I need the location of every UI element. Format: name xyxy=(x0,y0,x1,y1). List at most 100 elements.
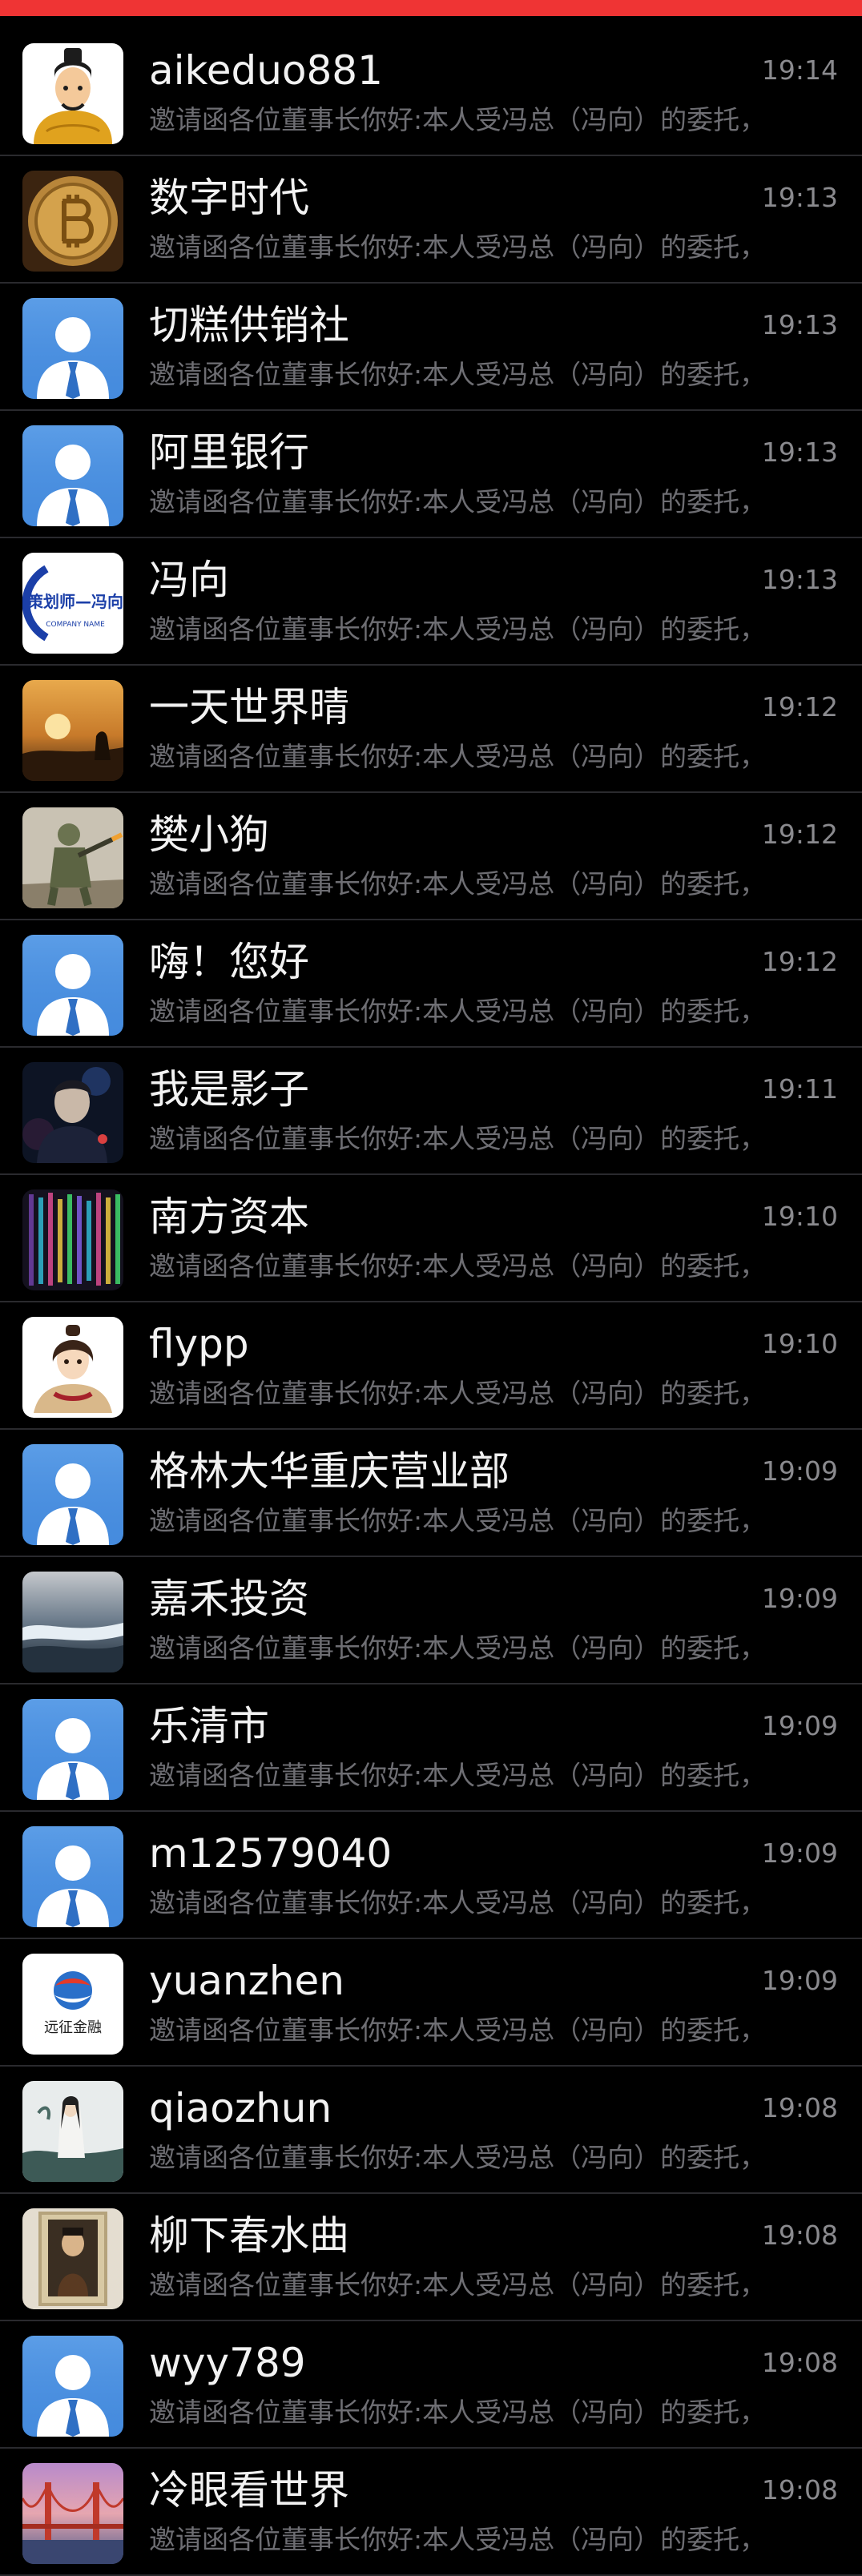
chat-row-15[interactable]: 远征金融 yuanzhen 19:09 邀请函各位董事长你好:本人受冯总（冯向）… xyxy=(0,1939,862,2067)
chat-row-5[interactable]: 一天世界晴 19:12 邀请函各位董事长你好:本人受冯总（冯向）的委托， xyxy=(0,666,862,793)
avatar-soldier-photo[interactable] xyxy=(22,807,123,908)
chat-time: 19:10 xyxy=(761,1201,838,1232)
chat-time: 19:12 xyxy=(761,691,838,722)
avatar-ink-painting[interactable] xyxy=(22,2081,123,2182)
chat-time: 19:12 xyxy=(761,946,838,977)
bitcoin-coin-image xyxy=(22,171,123,272)
golden-gate-bridge-image xyxy=(22,2463,123,2564)
chat-row-19[interactable]: 冷眼看世界 19:08 邀请函各位董事长你好:本人受冯总（冯向）的委托， xyxy=(0,2449,862,2576)
chat-name: wyy789 xyxy=(149,2340,306,2386)
chat-name: 南方资本 xyxy=(149,1193,309,1240)
cartoon-girl-image xyxy=(22,1317,123,1418)
chat-name: 一天世界晴 xyxy=(149,684,349,731)
chat-name: yuanzhen xyxy=(149,1958,344,2004)
chat-name: flypp xyxy=(149,1321,249,1367)
chat-row-4[interactable]: 策划师—冯向 COMPANY NAME 冯向 19:13 邀请函各位董事长你好:本… xyxy=(0,538,862,666)
chat-row-18[interactable]: wyy789 19:08 邀请函各位董事长你好:本人受冯总（冯向）的委托， xyxy=(0,2321,862,2449)
chat-preview: 邀请函各位董事长你好:本人受冯总（冯向）的委托， xyxy=(149,2015,767,2046)
avatar-cartoon-emperor[interactable] xyxy=(22,43,123,144)
chat-time: 19:13 xyxy=(761,564,838,595)
default-user-image xyxy=(22,935,123,1036)
chat-row-14[interactable]: m12579040 19:09 邀请函各位董事长你好:本人受冯总（冯向）的委托， xyxy=(0,1812,862,1939)
avatar-default-user[interactable] xyxy=(22,2336,123,2437)
chat-preview: 邀请函各位董事长你好:本人受冯总（冯向）的委托， xyxy=(149,1123,767,1154)
default-user-image xyxy=(22,298,123,399)
avatar-default-user[interactable] xyxy=(22,1699,123,1800)
avatar-default-user[interactable] xyxy=(22,298,123,399)
ocean-wave-image xyxy=(22,1572,123,1672)
chat-time: 19:09 xyxy=(761,1965,838,1996)
default-user-image xyxy=(22,1826,123,1927)
chat-time: 19:14 xyxy=(761,54,838,86)
logo-badge-image: 策划师—冯向 COMPANY NAME xyxy=(22,553,123,654)
chat-list: aikeduo881 19:14 邀请函各位董事长你好:本人受冯总（冯向）的委托… xyxy=(0,29,862,2576)
avatar-framed-portrait[interactable] xyxy=(22,2208,123,2309)
chat-time: 19:09 xyxy=(761,1583,838,1614)
framed-portrait-image xyxy=(22,2208,123,2309)
chat-time: 19:08 xyxy=(761,2474,838,2506)
avatar-default-user[interactable] xyxy=(22,425,123,526)
chat-name: 格林大华重庆营业部 xyxy=(149,1448,510,1495)
chat-preview: 邀请函各位董事长你好:本人受冯总（冯向）的委托， xyxy=(149,996,767,1027)
chat-preview: 邀请函各位董事长你好:本人受冯总（冯向）的委托， xyxy=(149,231,767,263)
chat-time: 19:12 xyxy=(761,819,838,850)
svg-text:COMPANY NAME: COMPANY NAME xyxy=(46,621,105,629)
avatar-cartoon-girl[interactable] xyxy=(22,1317,123,1418)
dark-portrait-image xyxy=(22,1062,123,1163)
chat-preview: 邀请函各位董事长你好:本人受冯总（冯向）的委托， xyxy=(149,2142,767,2173)
chat-time: 19:09 xyxy=(761,1710,838,1741)
chat-preview: 邀请函各位董事长你好:本人受冯总（冯向）的委托， xyxy=(149,868,767,900)
finance-logo-image: 远征金融 xyxy=(22,1954,123,2055)
chat-row-13[interactable]: 乐清市 19:09 邀请函各位董事长你好:本人受冯总（冯向）的委托， xyxy=(0,1684,862,1812)
chat-row-12[interactable]: 嘉禾投资 19:09 邀请函各位董事长你好:本人受冯总（冯向）的委托， xyxy=(0,1557,862,1684)
chat-name: 嗨！您好 xyxy=(149,939,309,985)
chat-name: 切糕供销社 xyxy=(149,302,349,348)
svg-text:策划师—冯向: 策划师—冯向 xyxy=(27,592,123,611)
avatar-logo-badge[interactable]: 策划师—冯向 COMPANY NAME xyxy=(22,553,123,654)
chat-preview: 邀请函各位董事长你好:本人受冯总（冯向）的委托， xyxy=(149,1505,767,1536)
chat-row-1[interactable]: 数字时代 19:13 邀请函各位董事长你好:本人受冯总（冯向）的委托， xyxy=(0,156,862,284)
chat-row-10[interactable]: flypp 19:10 邀请函各位董事长你好:本人受冯总（冯向）的委托， xyxy=(0,1302,862,1430)
data-screen-image xyxy=(22,1189,123,1290)
avatar-golden-gate-bridge[interactable] xyxy=(22,2463,123,2564)
chat-time: 19:09 xyxy=(761,1837,838,1869)
chat-row-7[interactable]: 嗨！您好 19:12 邀请函各位董事长你好:本人受冯总（冯向）的委托， xyxy=(0,920,862,1048)
avatar-default-user[interactable] xyxy=(22,1826,123,1927)
avatar-sunset-photo[interactable] xyxy=(22,680,123,781)
chat-row-3[interactable]: 阿里银行 19:13 邀请函各位董事长你好:本人受冯总（冯向）的委托， xyxy=(0,411,862,538)
chat-row-0[interactable]: aikeduo881 19:14 邀请函各位董事长你好:本人受冯总（冯向）的委托… xyxy=(0,29,862,156)
chat-row-8[interactable]: 我是影子 19:11 邀请函各位董事长你好:本人受冯总（冯向）的委托， xyxy=(0,1048,862,1175)
chat-row-6[interactable]: 樊小狗 19:12 邀请函各位董事长你好:本人受冯总（冯向）的委托， xyxy=(0,793,862,920)
chat-row-16[interactable]: qiaozhun 19:08 邀请函各位董事长你好:本人受冯总（冯向）的委托， xyxy=(0,2067,862,2194)
chat-name: m12579040 xyxy=(149,1830,393,1877)
default-user-image xyxy=(22,1699,123,1800)
chat-row-11[interactable]: 格林大华重庆营业部 19:09 邀请函各位董事长你好:本人受冯总（冯向）的委托， xyxy=(0,1430,862,1557)
chat-time: 19:13 xyxy=(761,182,838,213)
soldier-photo-image xyxy=(22,807,123,908)
chat-preview: 邀请函各位董事长你好:本人受冯总（冯向）的委托， xyxy=(149,2524,767,2555)
avatar-dark-portrait[interactable] xyxy=(22,1062,123,1163)
avatar-bitcoin-coin[interactable] xyxy=(22,171,123,272)
avatar-data-screen[interactable] xyxy=(22,1189,123,1290)
chat-name: aikeduo881 xyxy=(149,47,383,94)
chat-row-9[interactable]: 南方资本 19:10 邀请函各位董事长你好:本人受冯总（冯向）的委托， xyxy=(0,1175,862,1302)
avatar-default-user[interactable] xyxy=(22,1444,123,1545)
avatar-ocean-wave[interactable] xyxy=(22,1572,123,1672)
chat-preview: 邀请函各位董事长你好:本人受冯总（冯向）的委托， xyxy=(149,741,767,772)
ink-painting-image xyxy=(22,2081,123,2182)
chat-preview: 邀请函各位董事长你好:本人受冯总（冯向）的委托， xyxy=(149,1250,767,1282)
default-user-image xyxy=(22,1444,123,1545)
chat-name: 数字时代 xyxy=(149,175,309,221)
chat-row-2[interactable]: 切糕供销社 19:13 邀请函各位董事长你好:本人受冯总（冯向）的委托， xyxy=(0,284,862,411)
chat-time: 19:13 xyxy=(761,309,838,340)
chat-row-17[interactable]: 柳下春水曲 19:08 邀请函各位董事长你好:本人受冯总（冯向）的委托， xyxy=(0,2194,862,2321)
avatar-default-user[interactable] xyxy=(22,935,123,1036)
chat-time: 19:08 xyxy=(761,2220,838,2251)
sunset-photo-image xyxy=(22,680,123,781)
chat-name: 樊小狗 xyxy=(149,811,269,858)
chat-name: 冷眼看世界 xyxy=(149,2467,349,2514)
chat-name: 我是影子 xyxy=(149,1066,309,1113)
chat-time: 19:09 xyxy=(761,1455,838,1487)
avatar-finance-logo[interactable]: 远征金融 xyxy=(22,1954,123,2055)
default-user-image xyxy=(22,2336,123,2437)
